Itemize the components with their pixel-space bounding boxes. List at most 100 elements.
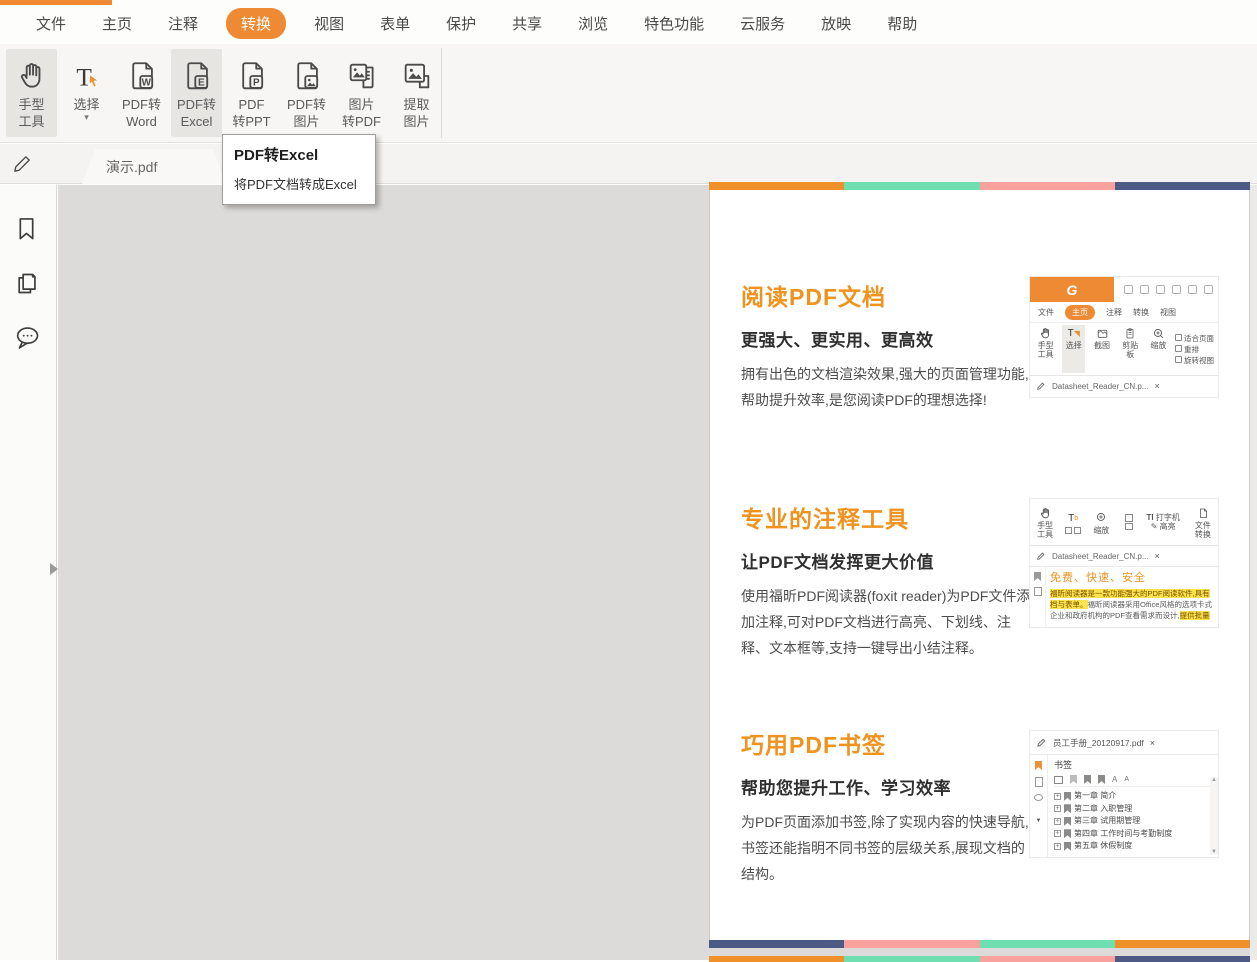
menu-help[interactable]: 帮助 — [887, 13, 917, 34]
svg-text:W: W — [141, 77, 151, 88]
menu-browse[interactable]: 浏览 — [578, 13, 608, 34]
menu-view[interactable]: 视图 — [314, 13, 344, 34]
svg-text:P: P — [252, 77, 259, 88]
document-tab-bar: 演示.pdf — [0, 144, 1257, 184]
section-subheading: 让PDF文档发挥更大价值 — [741, 548, 1041, 573]
section-subheading: 帮助您提升工作、学习效率 — [741, 774, 1041, 799]
mini-tab-row: Datasheet_Reader_CN.p... × — [1030, 545, 1218, 566]
screenshot-thumbnail-annotation: 手型工具 Tb 缩放 TI 打字机 ✎ 高亮 — [1029, 498, 1219, 628]
tooltip-description: 将PDF文档转成Excel — [234, 174, 364, 193]
pdf-to-image-button[interactable]: PDF转 图片 — [281, 49, 332, 137]
extract-image-label-1: 提取 — [403, 97, 429, 112]
screenshot-thumbnail-bookmarks: 员工手册_20120917.pdf × ▼ 书签 — [1029, 730, 1219, 858]
pdf-to-word-button[interactable]: W PDF转 Word — [116, 49, 167, 137]
mini-panel-icons: A A — [1054, 773, 1213, 787]
main-area: 阅读PDF文档 更强大、更实用、更高效 拥有出色的文档渲染效果,强大的页面管理功… — [0, 185, 1257, 960]
menu-present[interactable]: 放映 — [821, 13, 851, 34]
document-tab[interactable]: 演示.pdf — [82, 149, 226, 184]
pages-panel-icon[interactable] — [13, 270, 40, 297]
pdf-to-image-icon — [290, 56, 324, 96]
section-annotation-tools: 专业的注释工具 让PDF文档发挥更大价值 使用福昕PDF阅读器(foxit re… — [741, 500, 1041, 661]
menu-share[interactable]: 共享 — [512, 13, 542, 34]
pdf-to-excel-label-1: PDF转 — [177, 97, 216, 112]
ribbon-separator — [441, 48, 442, 138]
pdf-to-word-icon: W — [125, 56, 159, 96]
screenshot-thumbnail-reader: G 文件 主页 注释 转换 视图 — [1029, 276, 1219, 398]
image-to-pdf-icon — [345, 56, 379, 96]
mini-view-options: 适合页面 重排 旋转视图 — [1175, 325, 1214, 373]
image-to-pdf-button[interactable]: 图片 转PDF — [336, 49, 387, 137]
hand-tool-button[interactable]: 手型 工具 — [6, 49, 57, 137]
pdf-to-excel-icon: E — [180, 56, 214, 96]
pdf-page-1: 阅读PDF文档 更强大、更实用、更高效 拥有出色的文档渲染效果,强大的页面管理功… — [709, 182, 1250, 948]
comments-panel-icon[interactable] — [13, 324, 41, 352]
hand-tool-label-1: 手型 — [18, 97, 44, 112]
menu-comment[interactable]: 注释 — [168, 13, 198, 34]
section-body: 为PDF页面添加书签,除了实现内容的快速导航, 书签还能指明不同书签的层级关系,… — [741, 809, 1035, 887]
extract-image-button[interactable]: 提取 图片 — [391, 49, 442, 137]
hand-tool-label-2: 工具 — [18, 114, 44, 129]
section-body: 拥有出色的文档渲染效果,强大的页面管理功能, 帮助提升效率,是您阅读PDF的理想… — [741, 361, 1035, 413]
menu-cloud[interactable]: 云服务 — [740, 13, 785, 34]
section-heading: 巧用PDF书签 — [741, 726, 1041, 760]
section-heading: 阅读PDF文档 — [741, 278, 1041, 312]
navigation-side-panel — [0, 185, 57, 960]
menu-features[interactable]: 特色功能 — [644, 13, 704, 34]
section-read-pdf: 阅读PDF文档 更强大、更实用、更高效 拥有出色的文档渲染效果,强大的页面管理功… — [741, 278, 1041, 413]
pdf-to-ppt-label-2: 转PPT — [232, 114, 270, 129]
image-to-pdf-label-2: 转PDF — [342, 114, 381, 129]
tooltip-pdf-to-excel: PDF转Excel 将PDF文档转成Excel — [222, 134, 376, 205]
mini-tab-row: 员工手册_20120917.pdf × — [1030, 731, 1218, 754]
mini-sidebar — [1030, 567, 1046, 627]
select-tool-button[interactable]: T 选择 ▾ — [61, 49, 112, 137]
page-bottom-decorative-bar — [709, 940, 1250, 948]
window-accent-bar — [0, 0, 112, 5]
select-dropdown-caret-icon[interactable]: ▾ — [84, 113, 89, 121]
vertical-scrollbar[interactable] — [1250, 185, 1257, 960]
extract-image-icon — [400, 56, 434, 96]
pdf-to-excel-button[interactable]: E PDF转 Excel — [171, 49, 222, 137]
pdf-to-ppt-icon: P — [235, 56, 269, 96]
page-top-decorative-bar — [709, 182, 1250, 190]
select-text-icon: T — [71, 56, 103, 96]
pdf-to-word-label-2: Word — [126, 114, 157, 129]
image-to-pdf-label-1: 图片 — [348, 97, 374, 112]
document-tab-title: 演示.pdf — [106, 157, 157, 177]
annotate-pencil-icon[interactable] — [11, 152, 34, 175]
pdf-to-word-label-1: PDF转 — [122, 97, 161, 112]
bookmarks-panel-icon[interactable] — [13, 215, 40, 242]
pdf-to-image-label-1: PDF转 — [287, 97, 326, 112]
menu-form[interactable]: 表单 — [380, 13, 410, 34]
mini-quickbar-icons — [1124, 285, 1213, 294]
menu-home[interactable]: 主页 — [102, 13, 132, 34]
tooltip-title: PDF转Excel — [234, 144, 364, 165]
mini-tab-row: Datasheet_Reader_CN.p... × — [1030, 375, 1218, 396]
mini-sidebar: ▼ — [1030, 755, 1048, 857]
mini-scrollbar: ▲▼ — [1210, 777, 1218, 855]
mini-toolbar: 手型工具 T◥选择 截图 剪贴板 缩放 适合页面 重排 — [1030, 322, 1218, 375]
pdf-to-excel-label-2: Excel — [181, 114, 213, 129]
pdf-page-2-top-bar — [709, 956, 1250, 962]
mini-panel-title: 书签 — [1054, 758, 1213, 771]
menu-protect[interactable]: 保护 — [446, 13, 476, 34]
mini-toolbar: 手型工具 Tb 缩放 TI 打字机 ✎ 高亮 — [1030, 499, 1218, 545]
main-menu: 文件 主页 注释 转换 视图 表单 保护 共享 浏览 特色功能 云服务 放映 帮… — [36, 13, 917, 34]
svg-text:E: E — [197, 77, 204, 88]
section-heading: 专业的注释工具 — [741, 500, 1041, 534]
mini-menu: 文件 主页 注释 转换 视图 — [1030, 302, 1218, 322]
document-canvas: 阅读PDF文档 更强大、更实用、更高效 拥有出色的文档渲染效果,强大的页面管理功… — [58, 185, 1250, 960]
pdf-to-ppt-label-1: PDF — [238, 97, 264, 112]
panel-expand-arrow[interactable] — [50, 563, 58, 575]
mini-page-heading: 免费、快速、安全 — [1050, 569, 1214, 585]
ribbon-toolbar: 手型 工具 T 选择 ▾ W PDF转 — [0, 44, 1257, 143]
menu-convert[interactable]: 转换 — [226, 8, 286, 39]
pdf-to-ppt-button[interactable]: P PDF 转PPT — [226, 49, 277, 137]
section-subheading: 更强大、更实用、更高效 — [741, 326, 1041, 351]
select-label: 选择 — [73, 96, 99, 113]
extract-image-label-2: 图片 — [403, 114, 429, 129]
mini-logo: G — [1030, 277, 1114, 302]
menu-bar: 文件 主页 注释 转换 视图 表单 保护 共享 浏览 特色功能 云服务 放映 帮… — [0, 0, 1257, 44]
pdf-to-image-label-2: 图片 — [293, 114, 319, 129]
hand-icon — [16, 56, 48, 96]
menu-file[interactable]: 文件 — [36, 13, 66, 34]
